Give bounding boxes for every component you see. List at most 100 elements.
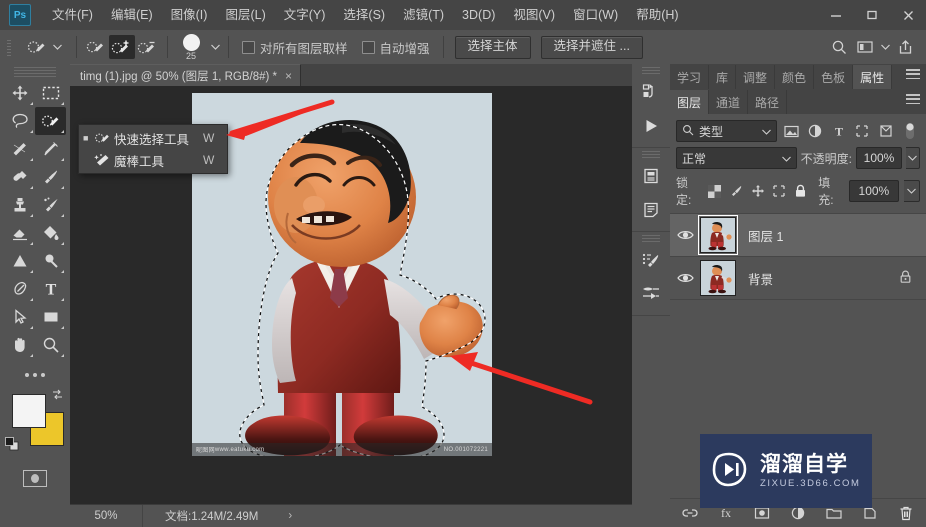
menu-item-type[interactable]: 文字(Y) bbox=[275, 0, 335, 30]
document-tab[interactable]: timg (1).jpg @ 50% (图层 1, RGB/8#) * × bbox=[70, 64, 302, 86]
filter-type-icon[interactable]: T bbox=[829, 120, 849, 142]
menu-item-select[interactable]: 选择(S) bbox=[334, 0, 394, 30]
history-icon[interactable] bbox=[632, 75, 670, 109]
minimize-icon[interactable] bbox=[818, 0, 854, 30]
menu-item-filter[interactable]: 滤镜(T) bbox=[394, 0, 453, 30]
layer-visibility-icon[interactable] bbox=[670, 229, 700, 241]
layer-visibility-icon[interactable] bbox=[670, 272, 700, 284]
sample-all-layers-checkbox[interactable]: 对所有图层取样 bbox=[235, 38, 355, 57]
dock-group-grip[interactable] bbox=[642, 67, 660, 75]
tool-hand[interactable] bbox=[4, 331, 35, 359]
dock-group-grip[interactable] bbox=[642, 235, 660, 243]
tool-eraser[interactable] bbox=[4, 219, 35, 247]
tool-eyedropper[interactable] bbox=[35, 135, 66, 163]
fill-slider-chevron-icon[interactable] bbox=[904, 180, 921, 202]
lock-artboard-nesting-icon[interactable] bbox=[771, 182, 788, 200]
lock-transparent-pixels-icon[interactable] bbox=[706, 182, 723, 200]
tool-pen[interactable] bbox=[4, 275, 35, 303]
link-layers-icon[interactable] bbox=[681, 504, 699, 522]
filter-shape-icon[interactable] bbox=[853, 120, 873, 142]
search-icon[interactable] bbox=[826, 35, 852, 59]
tab-swatches[interactable]: 色板 bbox=[814, 65, 854, 89]
menu-item-layer[interactable]: 图层(L) bbox=[216, 0, 274, 30]
tool-crop[interactable] bbox=[4, 135, 35, 163]
filter-adjustment-icon[interactable] bbox=[805, 120, 825, 142]
opacity-slider-chevron-icon[interactable] bbox=[906, 147, 920, 169]
tab-paths[interactable]: 路径 bbox=[748, 90, 788, 114]
select-and-mask-button[interactable]: 选择并遮住 ... bbox=[540, 35, 643, 59]
tools-panel-grip[interactable] bbox=[14, 67, 56, 77]
foreground-color-swatch[interactable] bbox=[12, 394, 46, 428]
info-panel-icon[interactable] bbox=[632, 159, 670, 193]
status-expand-icon[interactable]: › bbox=[288, 510, 292, 522]
tool-path-selection[interactable] bbox=[4, 303, 35, 331]
tool-spot-healing-brush[interactable] bbox=[4, 163, 35, 191]
fill-input[interactable]: 100% bbox=[848, 180, 900, 202]
blend-mode-select[interactable]: 正常 bbox=[676, 147, 797, 169]
layer-filter-type-select[interactable]: 类型 bbox=[676, 120, 778, 142]
opacity-input[interactable]: 100% bbox=[855, 147, 903, 169]
new-selection-mode-button[interactable] bbox=[83, 35, 109, 59]
tool-rectangular-marquee[interactable] bbox=[35, 79, 66, 107]
share-icon[interactable] bbox=[892, 35, 918, 59]
dock-group-grip[interactable] bbox=[642, 151, 660, 159]
tool-zoom[interactable] bbox=[35, 331, 66, 359]
tool-quick-selection[interactable] bbox=[35, 107, 66, 135]
tool-lasso[interactable] bbox=[4, 107, 35, 135]
tool-gradient[interactable] bbox=[35, 219, 66, 247]
delete-layer-icon[interactable] bbox=[897, 504, 915, 522]
arrange-documents-icon[interactable] bbox=[852, 35, 878, 59]
table-row[interactable]: 图层 1 bbox=[670, 214, 926, 257]
filter-smart-object-icon[interactable] bbox=[876, 120, 896, 142]
flyout-item-quick-selection-tool[interactable]: ■ 快速选择工具 W bbox=[79, 127, 227, 149]
quick-mask-mode-button[interactable] bbox=[0, 466, 70, 490]
add-to-selection-mode-button[interactable] bbox=[109, 35, 135, 59]
image-canvas[interactable]: 昵图网 www.eatuku.com NO.001072221 bbox=[192, 93, 492, 456]
menu-item-help[interactable]: 帮助(H) bbox=[627, 0, 687, 30]
options-bar-grip[interactable] bbox=[4, 36, 14, 58]
menu-item-3d[interactable]: 3D(D) bbox=[453, 0, 504, 30]
layer-thumbnail[interactable] bbox=[700, 260, 736, 296]
layer-name[interactable]: 图层 1 bbox=[748, 226, 783, 245]
tab-libraries[interactable]: 库 bbox=[709, 65, 737, 89]
tool-type[interactable]: T bbox=[35, 275, 66, 303]
adjustments-sliders-icon[interactable] bbox=[632, 277, 670, 311]
swap-colors-icon[interactable] bbox=[51, 388, 64, 404]
flyout-item-magic-wand-tool[interactable]: 魔棒工具 W bbox=[79, 149, 227, 171]
tab-channels[interactable]: 通道 bbox=[709, 90, 749, 114]
zoom-level-field[interactable]: 50% bbox=[70, 505, 143, 527]
tool-brush[interactable] bbox=[35, 163, 66, 191]
tool-dodge[interactable] bbox=[35, 247, 66, 275]
menu-item-edit[interactable]: 编辑(E) bbox=[102, 0, 162, 30]
tool-clone-stamp[interactable] bbox=[4, 191, 35, 219]
auto-enhance-checkbox[interactable]: 自动增强 bbox=[355, 38, 437, 57]
subtract-from-selection-mode-button[interactable] bbox=[135, 35, 161, 59]
chevron-down-icon[interactable] bbox=[878, 35, 892, 59]
tab-properties[interactable]: 属性 bbox=[853, 65, 893, 89]
table-row[interactable]: 背景 bbox=[670, 257, 926, 300]
edit-toolbar-button[interactable] bbox=[0, 366, 70, 384]
tool-move[interactable] bbox=[4, 79, 35, 107]
close-icon[interactable]: × bbox=[285, 69, 292, 83]
notes-icon[interactable] bbox=[632, 193, 670, 227]
tab-adjustments[interactable]: 调整 bbox=[736, 65, 776, 89]
menu-item-image[interactable]: 图像(I) bbox=[162, 0, 217, 30]
tab-learn[interactable]: 学习 bbox=[670, 65, 710, 89]
brush-settings-icon[interactable] bbox=[632, 243, 670, 277]
tool-history-brush[interactable] bbox=[35, 191, 66, 219]
actions-play-icon[interactable] bbox=[632, 109, 670, 143]
panel-menu-icon[interactable] bbox=[906, 94, 920, 104]
tab-color[interactable]: 颜色 bbox=[775, 65, 815, 89]
maximize-icon[interactable] bbox=[854, 0, 890, 30]
layer-thumbnail[interactable] bbox=[698, 215, 738, 255]
lock-position-icon[interactable] bbox=[749, 182, 766, 200]
layer-name[interactable]: 背景 bbox=[748, 269, 773, 288]
lock-image-pixels-icon[interactable] bbox=[728, 182, 745, 200]
brush-options-chevron-icon[interactable] bbox=[208, 35, 222, 59]
menu-item-view[interactable]: 视图(V) bbox=[504, 0, 564, 30]
menu-item-window[interactable]: 窗口(W) bbox=[564, 0, 627, 30]
tool-rectangle[interactable] bbox=[35, 303, 66, 331]
brush-size-preview[interactable]: 25 bbox=[174, 33, 208, 61]
tool-blur[interactable] bbox=[4, 247, 35, 275]
filter-pixel-icon[interactable] bbox=[781, 120, 801, 142]
